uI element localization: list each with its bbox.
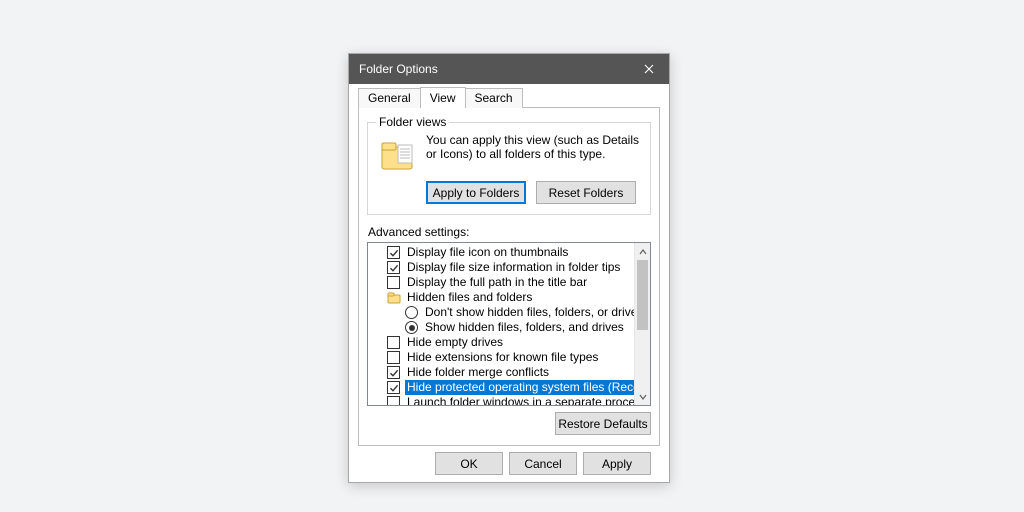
checkbox-icon[interactable] [387,366,400,379]
setting-label: Don't show hidden files, folders, or dri… [423,305,645,320]
setting-row[interactable]: Show hidden files, folders, and drives [369,320,634,335]
advanced-settings-label: Advanced settings: [368,225,651,239]
folder-options-dialog: Folder Options General View Search Folde… [348,53,670,483]
folder-icon [378,135,418,175]
scrollbar[interactable] [634,243,650,405]
checkbox-icon[interactable] [387,351,400,364]
setting-row[interactable]: Display file icon on thumbnails [369,245,634,260]
scroll-up-button[interactable] [635,243,650,260]
cancel-button[interactable]: Cancel [509,452,577,475]
restore-defaults-button[interactable]: Restore Defaults [555,412,651,435]
tab-search[interactable]: Search [465,88,523,108]
checkbox-icon[interactable] [387,396,400,406]
titlebar: Folder Options [349,54,669,84]
setting-label: Display file size information in folder … [405,260,622,275]
setting-label: Hide protected operating system files (R… [405,380,651,395]
setting-label: Hide extensions for known file types [405,350,600,365]
setting-label: Hide folder merge conflicts [405,365,551,380]
setting-row[interactable]: Hidden files and folders [369,290,634,305]
folder-icon [387,292,401,304]
setting-label: Show hidden files, folders, and drives [423,320,626,335]
setting-row[interactable]: Hide extensions for known file types [369,350,634,365]
setting-row[interactable]: Hide protected operating system files (R… [369,380,634,395]
close-button[interactable] [629,54,669,84]
checkbox-icon[interactable] [387,246,400,259]
setting-label: Hidden files and folders [405,290,534,305]
tabpanel-view: Folder views You can apply this view (su… [358,108,660,446]
checkbox-icon[interactable] [387,276,400,289]
setting-row[interactable]: Hide empty drives [369,335,634,350]
setting-row[interactable]: Hide folder merge conflicts [369,365,634,380]
tab-general[interactable]: General [358,88,421,108]
setting-label: Hide empty drives [405,335,505,350]
setting-label: Display file icon on thumbnails [405,245,570,260]
setting-row[interactable]: Launch folder windows in a separate proc… [369,395,634,406]
checkbox-icon[interactable] [387,261,400,274]
checkbox-icon[interactable] [387,336,400,349]
setting-label: Display the full path in the title bar [405,275,589,290]
setting-row[interactable]: Display file size information in folder … [369,260,634,275]
tab-view[interactable]: View [420,87,466,108]
dialog-button-row: OK Cancel Apply [358,446,660,475]
checkbox-icon[interactable] [387,381,400,394]
setting-row[interactable]: Don't show hidden files, folders, or dri… [369,305,634,320]
tabstrip: General View Search [358,87,660,108]
scroll-down-button[interactable] [635,388,650,405]
folder-views-group: Folder views You can apply this view (su… [367,122,651,215]
apply-to-folders-button[interactable]: Apply to Folders [426,181,526,204]
folder-views-group-title: Folder views [376,115,449,129]
setting-label: Launch folder windows in a separate proc… [405,395,649,406]
folder-views-description: You can apply this view (such as Details… [426,133,642,175]
setting-row[interactable]: Display the full path in the title bar [369,275,634,290]
close-icon [644,64,654,74]
reset-folders-button[interactable]: Reset Folders [536,181,636,204]
radio-icon[interactable] [405,321,418,334]
advanced-settings-list[interactable]: Display file icon on thumbnailsDisplay f… [367,242,651,406]
scroll-thumb[interactable] [637,260,648,330]
ok-button[interactable]: OK [435,452,503,475]
radio-icon[interactable] [405,306,418,319]
window-title: Folder Options [359,62,629,76]
apply-button[interactable]: Apply [583,452,651,475]
